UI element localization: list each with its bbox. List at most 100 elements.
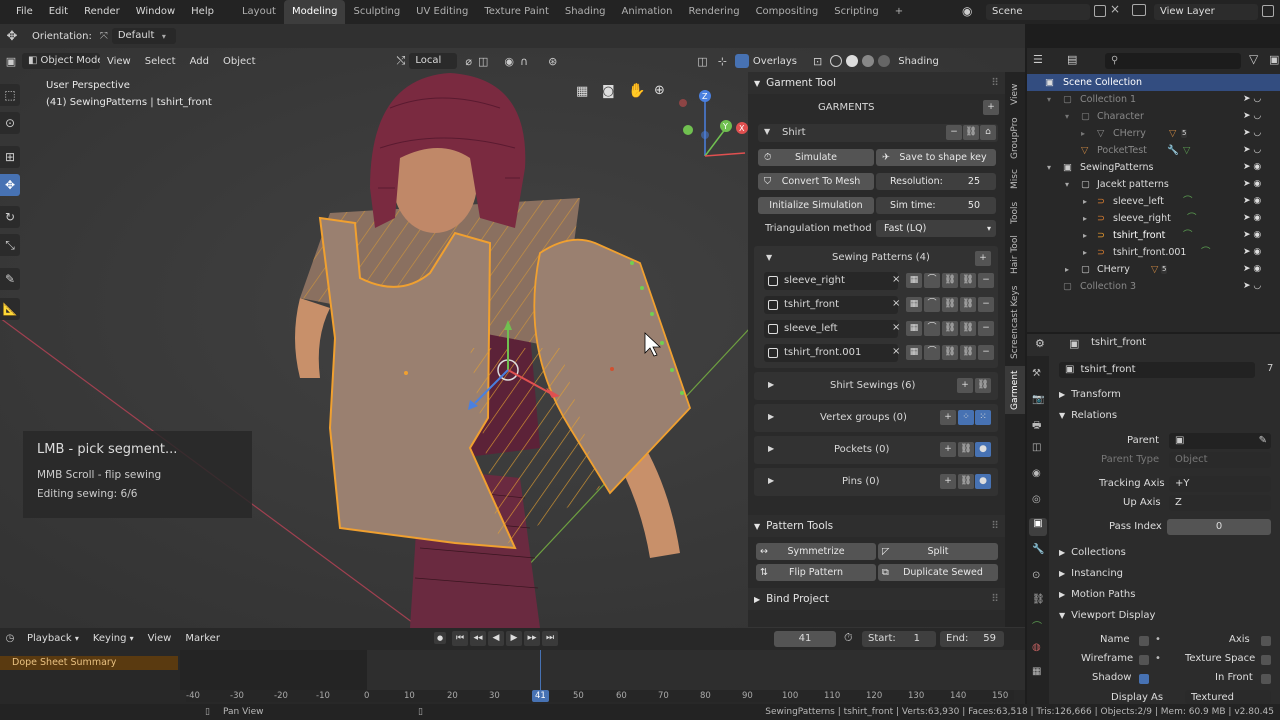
pocket-toggle-icon[interactable]: ● bbox=[975, 442, 991, 457]
pin-toggle-icon[interactable]: ● bbox=[975, 474, 991, 489]
lock-garment-icon[interactable]: ⌂ bbox=[980, 125, 996, 140]
vp-menu-view[interactable]: View bbox=[100, 56, 138, 67]
curve-icon[interactable]: ⌒ bbox=[924, 321, 940, 336]
viewport-gizmo-icon[interactable]: ⊹ bbox=[718, 55, 727, 68]
scene-tab-icon[interactable]: ◉ bbox=[1032, 468, 1041, 479]
vp-menu-add[interactable]: Add bbox=[183, 56, 216, 67]
toggle-camera-grid-icon[interactable]: ▦ bbox=[576, 84, 588, 99]
transform-tool-icon[interactable]: ✥ bbox=[0, 174, 20, 196]
rotate-tool-icon[interactable]: ↻ bbox=[0, 206, 20, 228]
garment-tool-header[interactable]: ▼ Garment Tool ⠿ bbox=[748, 72, 1005, 94]
timeline-view-menu[interactable]: View bbox=[141, 633, 179, 644]
remove-garment-button[interactable]: − bbox=[946, 125, 962, 140]
dope-sheet-summary[interactable]: Dope Sheet Summary bbox=[0, 656, 178, 670]
falloff-icon[interactable]: ∩ bbox=[520, 55, 528, 68]
editor-type-icon[interactable]: ▣ bbox=[0, 55, 22, 68]
flip-pattern-button[interactable]: ⇅ Flip Pattern bbox=[756, 564, 876, 581]
visibility-icon[interactable]: ◫ bbox=[697, 55, 707, 68]
start-frame-field[interactable]: Start: 1 bbox=[862, 631, 936, 647]
unlink-icon[interactable]: ⛓ bbox=[960, 345, 976, 360]
unlink-icon[interactable]: ⛓ bbox=[960, 297, 976, 312]
render-tab-icon[interactable]: 📷 bbox=[1032, 394, 1044, 405]
prev-keyframe-icon[interactable]: ◂◂ bbox=[470, 631, 486, 646]
expand-arrow-icon[interactable]: ▶ bbox=[768, 412, 774, 421]
select-arrow-icon[interactable]: ➤ ◉ bbox=[1243, 159, 1280, 176]
grid-icon[interactable]: ▦ bbox=[906, 321, 922, 336]
transform-section[interactable]: ▶ Transform bbox=[1059, 389, 1121, 400]
wireframe-checkbox[interactable] bbox=[1139, 655, 1149, 665]
deselect-vertex-group-icon[interactable]: ⁙ bbox=[975, 410, 991, 425]
tab-uv-editing[interactable]: UV Editing bbox=[408, 0, 476, 24]
current-frame-field[interactable]: 41 bbox=[774, 631, 836, 647]
select-arrow-icon[interactable]: ➤ ◉ bbox=[1243, 261, 1280, 278]
playback-menu[interactable]: Playback ▾ bbox=[20, 633, 86, 644]
snap-icon[interactable]: ⌀ bbox=[465, 55, 472, 68]
add-pocket-button[interactable]: + bbox=[940, 442, 956, 457]
convert-to-mesh-button[interactable]: ⛉ Convert To Mesh bbox=[758, 173, 874, 190]
view-layer-selector[interactable]: View Layer bbox=[1154, 4, 1258, 20]
display-as-dropdown[interactable]: Textured bbox=[1185, 690, 1271, 704]
transform-pivot-icon[interactable]: ⤭ bbox=[397, 54, 406, 68]
pins-section[interactable]: ▶ Pins (0) + ⛓ ● bbox=[754, 468, 998, 496]
view-layer-tab-icon[interactable]: ◫ bbox=[1032, 442, 1041, 453]
tab-texture-paint[interactable]: Texture Paint bbox=[476, 0, 557, 24]
new-collection-icon[interactable]: ▣ bbox=[1269, 53, 1279, 66]
remove-pattern-icon[interactable]: × bbox=[892, 298, 900, 309]
new-view-layer-icon[interactable] bbox=[1262, 5, 1274, 17]
pattern-row-tshirt-front-001[interactable]: tshirt_front.001 × bbox=[764, 344, 900, 362]
pass-index-field[interactable]: 0 bbox=[1167, 519, 1271, 535]
delete-scene-icon[interactable]: × bbox=[1110, 2, 1120, 16]
scale-tool-icon[interactable]: ⤡ bbox=[0, 234, 20, 256]
triangulation-dropdown[interactable]: Fast (LQ) ▾ bbox=[876, 220, 996, 237]
unlink-icon[interactable]: ⛓ bbox=[960, 321, 976, 336]
split-button[interactable]: ◸ Split bbox=[878, 543, 998, 560]
link-icon[interactable]: ⛓ bbox=[942, 273, 958, 288]
initialize-simulation-button[interactable]: Initialize Simulation bbox=[758, 197, 874, 214]
blender-logo-icon[interactable] bbox=[0, 0, 8, 24]
jump-start-icon[interactable]: ⏮ bbox=[452, 631, 468, 646]
move-tool-icon[interactable]: ✥ bbox=[0, 29, 24, 44]
tab-scripting[interactable]: Scripting bbox=[826, 0, 886, 24]
select-box-tool-icon[interactable]: ⬚ bbox=[0, 84, 20, 106]
instancing-section[interactable]: ▶ Instancing bbox=[1059, 568, 1123, 579]
add-pin-button[interactable]: + bbox=[940, 474, 956, 489]
grid-icon[interactable]: ▦ bbox=[906, 345, 922, 360]
data-tab-icon[interactable]: ⌒ bbox=[1032, 618, 1042, 633]
tab-compositing[interactable]: Compositing bbox=[748, 0, 827, 24]
play-icon[interactable]: ▶ bbox=[506, 631, 522, 646]
shading-label[interactable]: Shading bbox=[898, 56, 939, 67]
select-arrow-icon[interactable]: ➤ ◉ bbox=[1243, 210, 1280, 227]
eyedropper-icon[interactable]: ✎ bbox=[1259, 433, 1267, 449]
record-button-icon[interactable]: ● bbox=[434, 632, 446, 644]
menu-file[interactable]: File bbox=[8, 0, 41, 24]
menu-render[interactable]: Render bbox=[76, 0, 128, 24]
tab-grouppro[interactable]: GroupPro bbox=[1005, 114, 1025, 162]
pattern-checkbox-icon[interactable] bbox=[768, 276, 778, 286]
tab-screencast-keys[interactable]: Screencast Keys bbox=[1005, 280, 1025, 364]
select-arrow-icon[interactable]: ➤ ◡ bbox=[1243, 125, 1280, 142]
link-icon[interactable]: ⛓ bbox=[942, 321, 958, 336]
tab-misc[interactable]: Misc bbox=[1005, 164, 1025, 194]
move-tool-button-icon[interactable]: ⊞ bbox=[0, 146, 20, 168]
menu-help[interactable]: Help bbox=[183, 0, 222, 24]
vertex-groups-section[interactable]: ▶ Vertex groups (0) + ⁘ ⁙ bbox=[754, 404, 998, 432]
jump-end-icon[interactable]: ⏭ bbox=[542, 631, 558, 646]
remove-pattern-icon[interactable]: × bbox=[892, 322, 900, 333]
select-arrow-icon[interactable]: ➤ ◉ bbox=[1243, 176, 1280, 193]
add-vertex-group-button[interactable]: + bbox=[940, 410, 956, 425]
link-icon[interactable]: ⛓ bbox=[942, 297, 958, 312]
outliner-search-input[interactable]: ⚲ bbox=[1105, 53, 1241, 69]
remove-icon[interactable]: − bbox=[978, 345, 994, 360]
curve-icon[interactable]: ⌒ bbox=[924, 297, 940, 312]
modifier-tab-icon[interactable]: 🔧 bbox=[1032, 544, 1044, 555]
pattern-row-sleeve-right[interactable]: sleeve_right × bbox=[764, 272, 900, 290]
outliner-editor-icon[interactable]: ☰ bbox=[1033, 53, 1043, 66]
select-arrow-icon[interactable]: ➤ ◡ bbox=[1243, 91, 1280, 108]
remove-pattern-icon[interactable]: × bbox=[892, 346, 900, 357]
remove-pattern-icon[interactable]: × bbox=[892, 274, 900, 285]
tab-tools[interactable]: Tools bbox=[1005, 196, 1025, 230]
material-tab-icon[interactable]: ◍ bbox=[1032, 642, 1041, 653]
gizmo-toggle-icon[interactable]: ⊛ bbox=[548, 55, 557, 68]
object-name-field[interactable]: ▣ tshirt_front bbox=[1059, 362, 1255, 378]
timeline-editor-icon[interactable]: ◷ bbox=[0, 633, 20, 644]
